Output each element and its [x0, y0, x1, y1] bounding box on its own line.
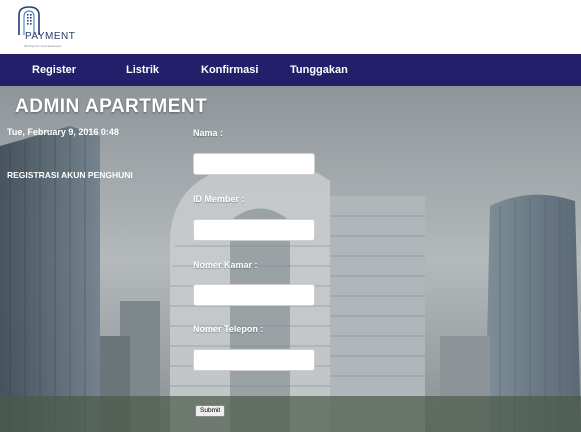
header: PAYMENT We Pay For Your Apartment [0, 0, 581, 54]
submit-button[interactable]: Submit [195, 405, 226, 417]
page-title: ADMIN APARTMENT [15, 96, 208, 117]
id-member-input[interactable] [193, 219, 315, 241]
nama-label: Nama : [193, 128, 224, 138]
id-member-label: ID Member : [193, 194, 245, 204]
nav-konfirmasi[interactable]: Konfirmasi [201, 54, 258, 86]
nomer-kamar-input[interactable] [193, 284, 315, 306]
nomer-kamar-label: Nomer Kamar : [193, 260, 258, 270]
logo-name: PAYMENT [25, 31, 76, 42]
nav-tunggakan[interactable]: Tunggakan [290, 54, 348, 86]
nav-register[interactable]: Register [32, 54, 76, 86]
city-background-image [0, 86, 581, 432]
main-nav: Register Listrik Konfirmasi Tunggakan [0, 54, 581, 86]
hero-background: ADMIN APARTMENT Tue, February 9, 2016 0:… [0, 86, 581, 432]
nomer-telepon-label: Nomer Telepon : [193, 324, 264, 334]
logo[interactable]: PAYMENT We Pay For Your Apartment [7, 5, 87, 49]
registration-section-label: REGISTRASI AKUN PENGHUNI [7, 170, 133, 180]
nav-listrik[interactable]: Listrik [126, 54, 159, 86]
logo-tagline: We Pay For Your Apartment [24, 44, 62, 48]
nama-input[interactable] [193, 153, 315, 175]
nomer-telepon-input[interactable] [193, 349, 315, 371]
datetime-display: Tue, February 9, 2016 0:48 [7, 127, 119, 137]
